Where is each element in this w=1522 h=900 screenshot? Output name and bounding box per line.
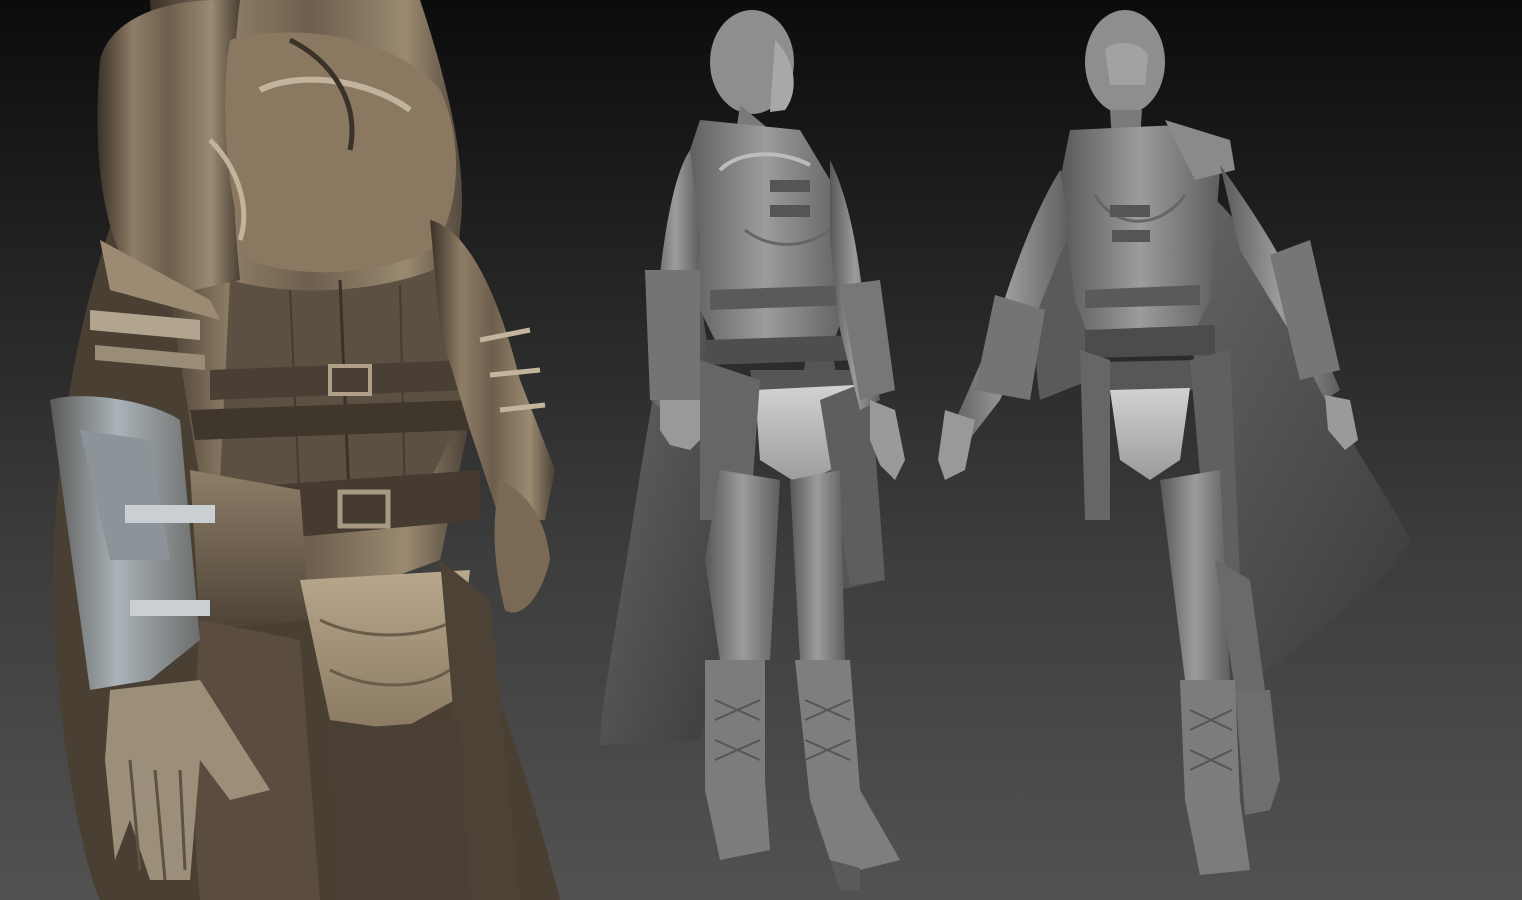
viewport-canvas (0, 0, 1522, 900)
right-figure (938, 10, 1410, 875)
middle-figure (600, 10, 905, 890)
sculpt-render (50, 0, 1410, 900)
closeup-figure (50, 0, 560, 900)
